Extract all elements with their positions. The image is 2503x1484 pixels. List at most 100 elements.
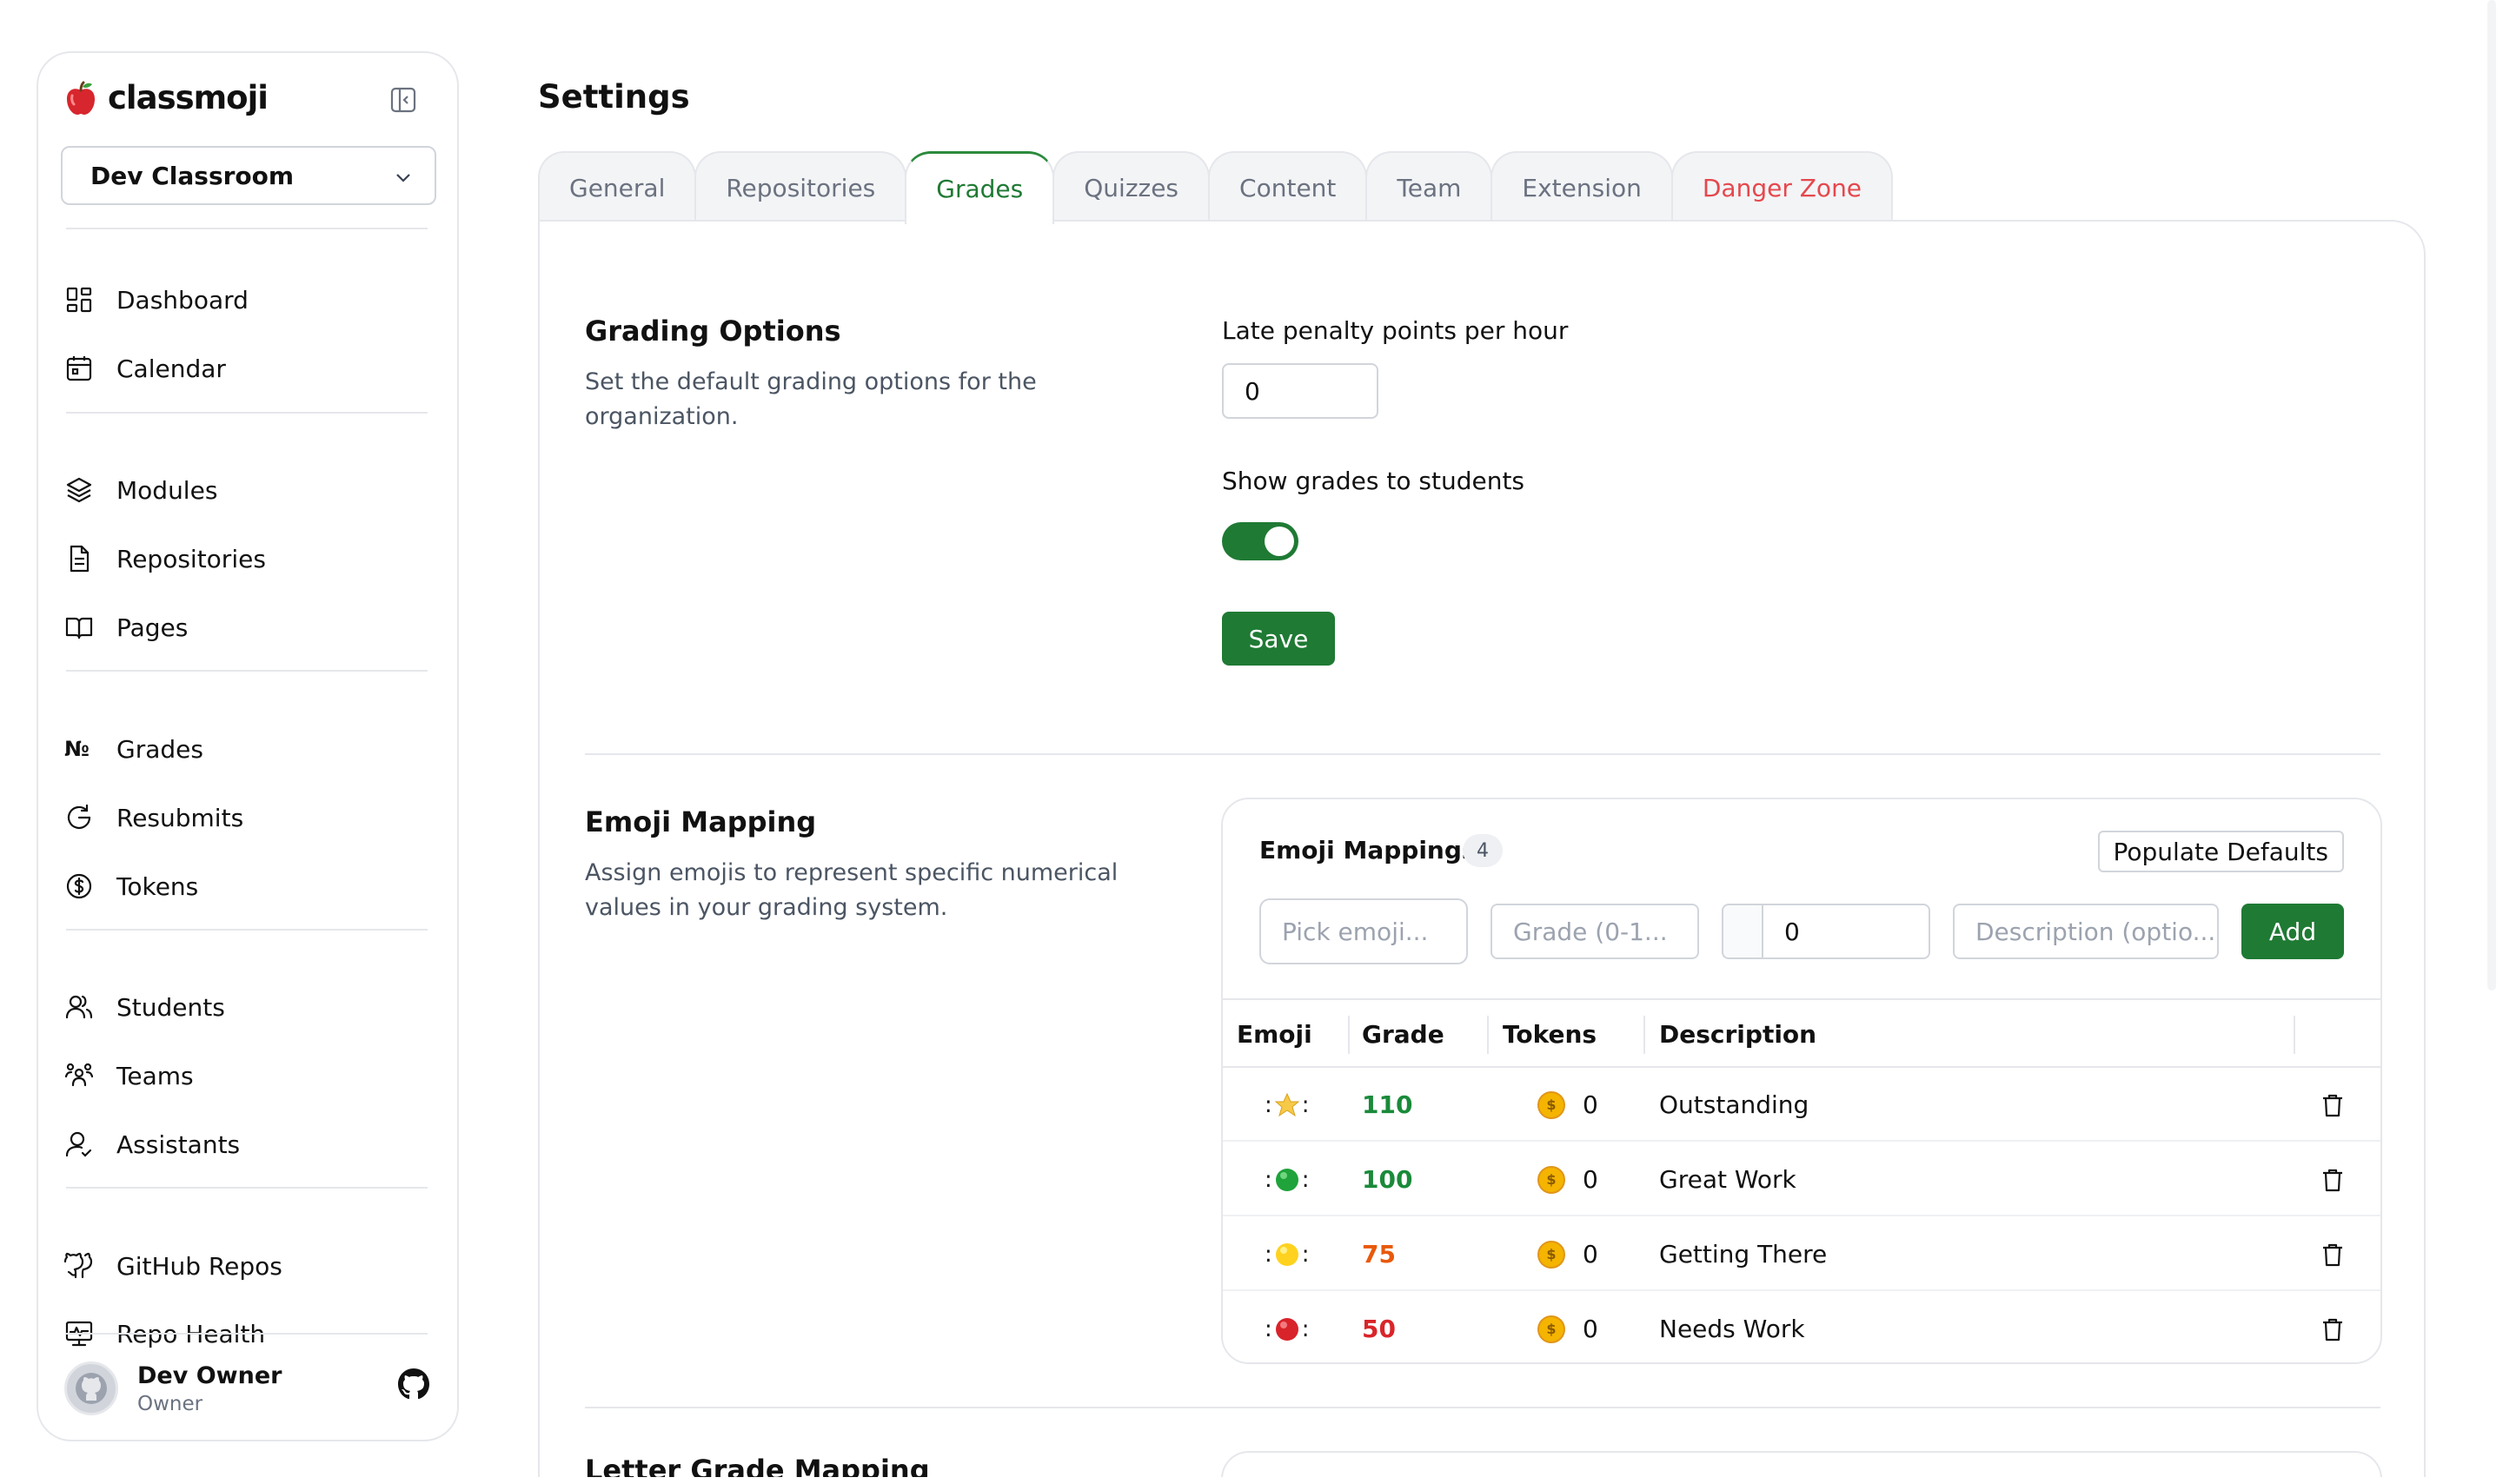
coin-icon: $ — [1537, 1165, 1565, 1194]
grade-cell: 75 — [1362, 1240, 1396, 1269]
sidebar-item-label: Teams — [116, 1061, 194, 1090]
emoji-colon: : — [1301, 1166, 1310, 1193]
sidebar-item-modules[interactable]: Modules — [64, 464, 217, 516]
tab-grades[interactable]: Grades — [905, 151, 1055, 224]
tab-repositories[interactable]: Repositories — [694, 151, 907, 222]
sidebar-item-repositories[interactable]: Repositories — [64, 533, 266, 585]
avatar — [64, 1361, 118, 1415]
delete-button[interactable] — [2320, 1292, 2346, 1362]
emoji-mapping-title: Emoji Mapping — [585, 805, 817, 838]
save-button[interactable]: Save — [1222, 612, 1335, 666]
delete-button[interactable] — [2320, 1217, 2346, 1291]
classroom-select-value: Dev Classroom — [90, 161, 295, 190]
description-cell: Great Work — [1659, 1165, 1796, 1194]
tokens-cell: $0 — [1537, 1143, 1598, 1216]
tokens-value: 0 — [1583, 1090, 1598, 1119]
show-grades-toggle[interactable] — [1222, 522, 1298, 560]
sidebar-divider — [66, 412, 428, 414]
sidebar-item-label: Resubmits — [116, 803, 244, 832]
sidebar-item-label: GitHub Repos — [116, 1251, 282, 1281]
table-row: ::110 $0 Outstanding — [1223, 1068, 2380, 1142]
sidebar-item-grades[interactable]: № Grades — [64, 723, 203, 775]
red-circle-icon — [1274, 1316, 1300, 1342]
green-circle-icon — [1274, 1167, 1300, 1193]
emoji-mappings-card: Emoji Mappings 4 Populate Defaults Pick … — [1221, 798, 2382, 1364]
scrollbar[interactable] — [2487, 0, 2496, 990]
github-icon — [64, 1252, 93, 1279]
tab-extension[interactable]: Extension — [1491, 151, 1673, 222]
emoji-colon: : — [1265, 1166, 1272, 1193]
sidebar-item-assistants[interactable]: Assistants — [64, 1118, 240, 1170]
tokens-value: 0 — [1583, 1315, 1598, 1343]
apple-logo-icon — [67, 81, 95, 115]
grade-cell: 100 — [1362, 1165, 1413, 1194]
emoji-mapping-description: Assign emojis to represent specific nume… — [585, 859, 1119, 921]
sidebar-item-github-repos[interactable]: GitHub Repos — [64, 1240, 282, 1292]
sidebar-item-label: Modules — [116, 475, 218, 505]
emoji-colon: : — [1265, 1315, 1272, 1342]
sidebar-divider — [66, 1187, 428, 1189]
sidebar-divider — [66, 1333, 428, 1335]
delete-button[interactable] — [2320, 1143, 2346, 1216]
file-icon — [70, 545, 90, 573]
sidebar-item-dashboard[interactable]: Dashboard — [64, 274, 249, 326]
book-icon — [65, 617, 93, 639]
delete-button[interactable] — [2320, 1068, 2346, 1142]
star-icon — [1274, 1092, 1300, 1118]
brand[interactable]: classmoji — [64, 79, 269, 116]
sidebar-item-label: Repositories — [116, 544, 266, 573]
sidebar-item-label: Calendar — [116, 354, 226, 383]
description-cell: Needs Work — [1659, 1315, 1805, 1343]
page-title: Settings — [538, 78, 690, 116]
sidebar-item-calendar[interactable]: Calendar — [64, 342, 226, 394]
sidebar-item-students[interactable]: Students — [64, 981, 225, 1033]
tab-team[interactable]: Team — [1365, 151, 1493, 222]
github-icon[interactable] — [396, 1367, 431, 1401]
tab-general[interactable]: General — [538, 151, 697, 222]
user-role: Owner — [137, 1392, 203, 1415]
tab-quizzes[interactable]: Quizzes — [1052, 151, 1211, 222]
emoji-cell: :: — [1265, 1068, 1310, 1142]
late-penalty-input[interactable]: 0 — [1222, 363, 1378, 419]
sidebar-item-teams[interactable]: Teams — [64, 1050, 194, 1102]
sidebar-item-pages[interactable]: Pages — [64, 601, 188, 653]
grade-input[interactable]: Grade (0-1... — [1491, 904, 1699, 959]
dashboard-icon — [66, 287, 92, 313]
tab-content[interactable]: Content — [1208, 151, 1368, 222]
yellow-circle-icon — [1274, 1242, 1300, 1268]
users-icon — [65, 995, 93, 1019]
tokens-cell: $0 — [1537, 1217, 1598, 1291]
add-button[interactable]: Add — [2241, 904, 2344, 959]
emoji-picker-input[interactable]: Pick emoji... — [1259, 898, 1468, 964]
section-divider — [585, 753, 2380, 755]
sidebar-item-label: Dashboard — [116, 285, 249, 315]
table-row: ::50 $0 Needs Work — [1223, 1292, 2380, 1362]
dollar-icon — [66, 873, 92, 899]
emoji-colon: : — [1265, 1091, 1272, 1118]
grade-cell: 50 — [1362, 1315, 1396, 1343]
description-input[interactable]: Description (optio... — [1953, 904, 2219, 959]
column-separator — [1348, 1016, 1350, 1054]
classroom-select[interactable]: Dev Classroom — [61, 146, 436, 205]
tab-danger-zone[interactable]: Danger Zone — [1670, 151, 1894, 222]
sidebar-item-label: Assistants — [116, 1130, 241, 1159]
github-avatar-icon — [76, 1373, 107, 1404]
layers-icon — [66, 477, 92, 503]
sidebar-item-label: Pages — [116, 613, 189, 642]
collapse-sidebar-icon[interactable] — [389, 86, 417, 114]
sidebar-item-resubmits[interactable]: Resubmits — [64, 792, 243, 844]
column-header-emoji: Emoji — [1237, 1019, 1312, 1049]
grading-options-description: Set the default grading options for the … — [585, 368, 1037, 430]
user-profile[interactable]: Dev Owner Owner — [64, 1361, 282, 1415]
sidebar-item-label: Tokens — [116, 871, 199, 901]
emoji-cell: :: — [1265, 1143, 1310, 1216]
tokens-input[interactable]: 0 — [1762, 904, 1930, 959]
settings-tabs: General Repositories Grades Quizzes Cont… — [538, 151, 1894, 224]
section-divider — [585, 1407, 2380, 1408]
populate-defaults-button[interactable]: Populate Defaults — [2097, 831, 2344, 872]
user-name: Dev Owner — [137, 1361, 282, 1389]
assistant-icon — [65, 1131, 92, 1157]
sidebar-item-tokens[interactable]: Tokens — [64, 860, 198, 912]
emoji-cell: :: — [1265, 1217, 1310, 1291]
calendar-icon — [66, 356, 92, 381]
